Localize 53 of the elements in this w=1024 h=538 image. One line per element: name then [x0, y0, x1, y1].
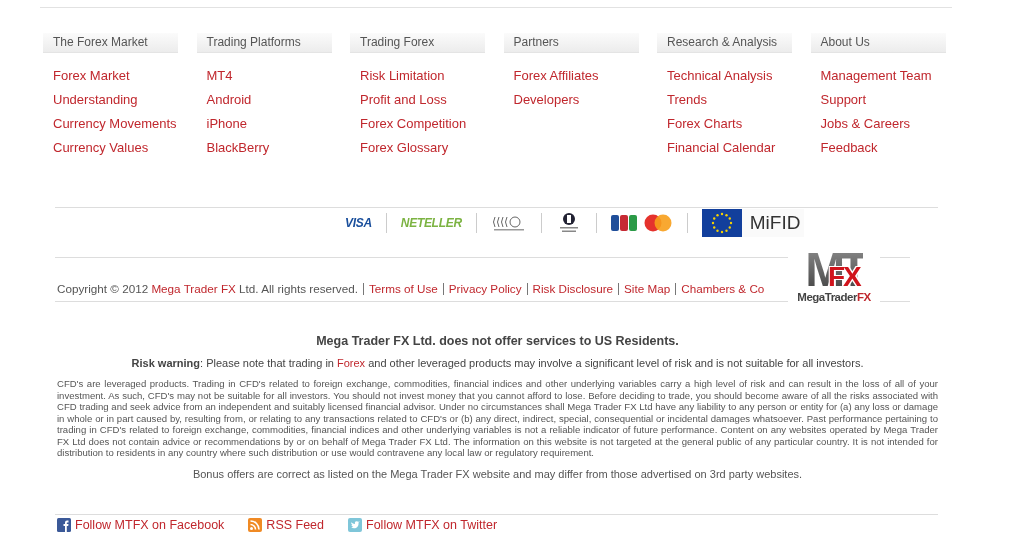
- forex-link[interactable]: Forex: [337, 357, 366, 369]
- rings-logo-icon: [490, 215, 527, 231]
- card-tiles-icon: [610, 214, 637, 232]
- footer-link[interactable]: Feedback: [820, 140, 878, 155]
- legal-link[interactable]: Privacy Policy: [448, 282, 522, 295]
- footer-link[interactable]: Profit and Loss: [360, 92, 447, 107]
- legal-link[interactable]: Terms of Use: [368, 282, 438, 295]
- risk-warning: Risk warning: Please note that trading in Forex and other leveraged products may involve a significant level of risk and is not suitable for all investors.: [130, 357, 865, 369]
- footer-link[interactable]: Forex Affiliates: [513, 68, 599, 83]
- footer-link[interactable]: Support: [820, 92, 867, 107]
- footer-link[interactable]: Currency Values: [53, 140, 149, 155]
- footer-link[interactable]: iPhone: [206, 116, 247, 131]
- footer-link[interactable]: MT4: [206, 68, 233, 83]
- footer-link[interactable]: Forex Competition: [360, 116, 467, 131]
- column-heading: Research & Analysis: [657, 33, 792, 52]
- flag-icon: [701, 209, 742, 237]
- column-heading: Trading Platforms: [196, 33, 332, 52]
- footer-link[interactable]: Trends: [667, 92, 707, 107]
- footer-link[interactable]: Developers: [513, 92, 580, 107]
- column-heading: About Us: [810, 33, 946, 52]
- social-link[interactable]: Follow MTFX on Twitter: [348, 517, 498, 532]
- company-link[interactable]: Mega Trader FX: [151, 282, 236, 295]
- copyright-text: Copyright © 2012 Mega Trader FX Ltd. All rights reserved.: [57, 282, 358, 295]
- footer-link[interactable]: Forex Glossary: [360, 140, 449, 155]
- rss-icon: [248, 517, 263, 532]
- column-heading: The Forex Market: [43, 33, 178, 52]
- social-link[interactable]: Follow MTFX on Facebook: [57, 517, 225, 532]
- footer-link[interactable]: Management Team: [820, 68, 932, 83]
- footer-link[interactable]: Financial Calendar: [667, 140, 776, 155]
- overlapping-circles-icon: [642, 214, 673, 232]
- footer-link[interactable]: BlackBerry: [206, 140, 270, 155]
- legal-link[interactable]: Chambers & Co: [681, 282, 765, 295]
- payment-logo: VISA: [345, 216, 372, 230]
- bird-icon: [348, 517, 363, 532]
- footer-link[interactable]: Jobs & Careers: [820, 116, 911, 131]
- footer-link[interactable]: Forex Market: [53, 68, 130, 83]
- footer-link[interactable]: Currency Movements: [53, 116, 177, 131]
- mifid-label: MiFID: [749, 212, 801, 234]
- column-heading: Partners: [503, 33, 639, 52]
- bonus-note: Bonus offers are correct as listed on the Mega Trader FX website and may differ from those advertised on 3rd party websites.: [191, 467, 804, 480]
- legal-link[interactable]: Risk Disclosure: [532, 282, 614, 295]
- footer-link[interactable]: Android: [206, 92, 252, 107]
- legal-link[interactable]: Site Map: [624, 282, 671, 295]
- disclaimer-paragraph: CFD's are leveraged products. Trading in CFD's related to foreign exchange, commodities, financial indices and other underlying variables carry a high level of risk and can result in the loss of all of your investment. As such, CFD's may not be suitable for all investors. You should not invest money that you cannot afford to lose. Before deciding to trade, you should become aware of all the risks associated with CFD trading and seek advice from an independent and suitably licensed financial advisor. Under no circumstances shall Mega Trader FX Ltd have any liability to any person or entity for (a) any loss or damage in whole or in part caused by, resulting from, or relating to any transactions related to CFD's or (b) any direct, indirect, special, consequential or incidental damages whatsoever. Past performance pertaining to trading in CFD's related to foreign exchange, commodities, financial indices and other underlying variables is not a reliable indicator of future performance. Content on any websites operated by Mega Trader FX Ltd does not contain advice or recommendations by or on behalf of Mega Trader FX Ltd. The information on this website is not targeted at the general public of any particular country. It is not intended for distribution to residents in any country where such distribution or use would contravene any local law or regulatory requirement.: [57, 378, 938, 459]
- footer-link[interactable]: Technical Analysis: [667, 68, 773, 83]
- payment-logo: NETELLER: [400, 216, 462, 230]
- footer-link[interactable]: Risk Limitation: [360, 68, 445, 83]
- column-heading: Trading Forex: [350, 33, 485, 52]
- footer-link[interactable]: Understanding: [53, 92, 138, 107]
- us-notice: Mega Trader FX Ltd. does not offer services to US Residents.: [315, 334, 680, 348]
- social-link[interactable]: RSS Feed: [248, 517, 325, 532]
- square-logo-icon: [57, 517, 71, 532]
- footer-link[interactable]: Forex Charts: [667, 116, 743, 131]
